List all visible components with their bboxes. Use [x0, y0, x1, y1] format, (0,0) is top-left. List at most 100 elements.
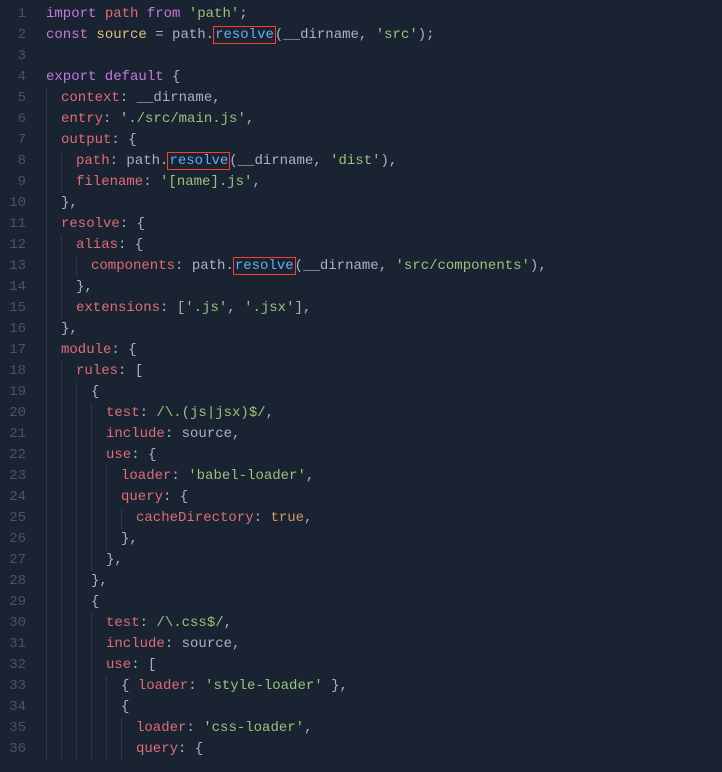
code-token: : {: [111, 342, 136, 358]
code-line[interactable]: },: [46, 193, 722, 214]
code-token: test: [106, 615, 140, 631]
code-token: export default: [46, 69, 172, 85]
code-line[interactable]: },: [46, 319, 722, 340]
code-line[interactable]: entry: './src/main.js',: [46, 109, 722, 130]
indent-guide: [46, 718, 61, 739]
code-line[interactable]: [46, 46, 722, 67]
indent-guide: [76, 424, 91, 445]
indent-guide: [76, 718, 91, 739]
line-number: 31: [0, 634, 36, 655]
code-token: module: [61, 342, 111, 358]
code-line[interactable]: include: source,: [46, 424, 722, 445]
code-line[interactable]: {: [46, 592, 722, 613]
code-token: query: [136, 741, 178, 757]
code-token: source: [182, 636, 232, 652]
indent-guide: [76, 676, 91, 697]
code-line[interactable]: include: source,: [46, 634, 722, 655]
code-line[interactable]: export default {: [46, 67, 722, 88]
code-line[interactable]: loader: 'css-loader',: [46, 718, 722, 739]
code-token: :: [175, 258, 192, 274]
code-editor[interactable]: 1234567891011121314151617181920212223242…: [0, 0, 722, 772]
code-line[interactable]: loader: 'babel-loader',: [46, 466, 722, 487]
code-token: cacheDirectory: [136, 510, 254, 526]
code-line[interactable]: },: [46, 529, 722, 550]
code-line[interactable]: import path from 'path';: [46, 4, 722, 25]
code-line[interactable]: rules: [: [46, 361, 722, 382]
code-line[interactable]: use: {: [46, 445, 722, 466]
code-token: '.jsx': [244, 300, 294, 316]
code-token: __dirname: [137, 90, 213, 106]
line-number: 33: [0, 676, 36, 697]
code-token: '.js': [185, 300, 227, 316]
code-line[interactable]: {: [46, 697, 722, 718]
line-number: 5: [0, 88, 36, 109]
indent-guide: [61, 550, 76, 571]
indent-guide: [106, 718, 121, 739]
code-token: : {: [118, 237, 143, 253]
indent-guide: [61, 172, 76, 193]
code-token: ],: [294, 300, 311, 316]
code-line[interactable]: {: [46, 382, 722, 403]
indent-guide: [61, 361, 76, 382]
code-token: __dirname: [303, 258, 379, 274]
code-line[interactable]: path: path.resolve(__dirname, 'dist'),: [46, 151, 722, 172]
code-line[interactable]: test: /\.css$/,: [46, 613, 722, 634]
indent-guide: [61, 382, 76, 403]
highlighted-token: resolve: [167, 152, 230, 170]
indent-guide: [46, 550, 61, 571]
code-token: (: [295, 258, 303, 274]
code-token: entry: [61, 111, 103, 127]
indent-guide: [91, 676, 106, 697]
code-line[interactable]: alias: {: [46, 235, 722, 256]
indent-guide: [76, 592, 91, 613]
indent-guide: [91, 697, 106, 718]
indent-guide: [61, 592, 76, 613]
code-token: {: [121, 699, 129, 715]
code-token: 'babel-loader': [188, 468, 306, 484]
code-line[interactable]: resolve: {: [46, 214, 722, 235]
code-line[interactable]: module: {: [46, 340, 722, 361]
line-number: 16: [0, 319, 36, 340]
code-line[interactable]: },: [46, 277, 722, 298]
indent-guide: [121, 718, 136, 739]
code-line[interactable]: output: {: [46, 130, 722, 151]
line-number: 23: [0, 466, 36, 487]
code-line[interactable]: use: [: [46, 655, 722, 676]
line-number: 25: [0, 508, 36, 529]
code-token: ,: [379, 258, 396, 274]
code-line[interactable]: cacheDirectory: true,: [46, 508, 722, 529]
indent-guide: [46, 445, 61, 466]
indent-guide: [91, 487, 106, 508]
code-token: 'dist': [330, 153, 380, 169]
code-line[interactable]: },: [46, 571, 722, 592]
code-line[interactable]: extensions: ['.js', '.jsx'],: [46, 298, 722, 319]
code-token: /\.(js|jsx)$/: [156, 405, 265, 421]
code-area[interactable]: import path from 'path';const source = p…: [36, 0, 722, 772]
line-number: 12: [0, 235, 36, 256]
indent-guide: [61, 277, 76, 298]
code-token: use: [106, 657, 131, 673]
code-line[interactable]: query: {: [46, 487, 722, 508]
code-token: :: [140, 405, 157, 421]
indent-guide: [46, 634, 61, 655]
code-line[interactable]: { loader: 'style-loader' },: [46, 676, 722, 697]
code-line[interactable]: context: __dirname,: [46, 88, 722, 109]
code-token: './src/main.js': [120, 111, 246, 127]
code-token: {: [172, 69, 180, 85]
code-line[interactable]: components: path.resolve(__dirname, 'src…: [46, 256, 722, 277]
indent-guide: [61, 718, 76, 739]
code-line[interactable]: test: /\.(js|jsx)$/,: [46, 403, 722, 424]
indent-guide: [61, 697, 76, 718]
code-line[interactable]: },: [46, 550, 722, 571]
indent-guide: [91, 529, 106, 550]
code-token: resolve: [61, 216, 120, 232]
indent-guide: [46, 613, 61, 634]
code-line[interactable]: const source = path.resolve(__dirname, '…: [46, 25, 722, 46]
code-line[interactable]: query: {: [46, 739, 722, 760]
code-token: :: [171, 468, 188, 484]
indent-guide: [46, 424, 61, 445]
code-token: );: [418, 27, 435, 43]
indent-guide: [46, 130, 61, 151]
code-line[interactable]: filename: '[name].js',: [46, 172, 722, 193]
indent-guide: [76, 697, 91, 718]
